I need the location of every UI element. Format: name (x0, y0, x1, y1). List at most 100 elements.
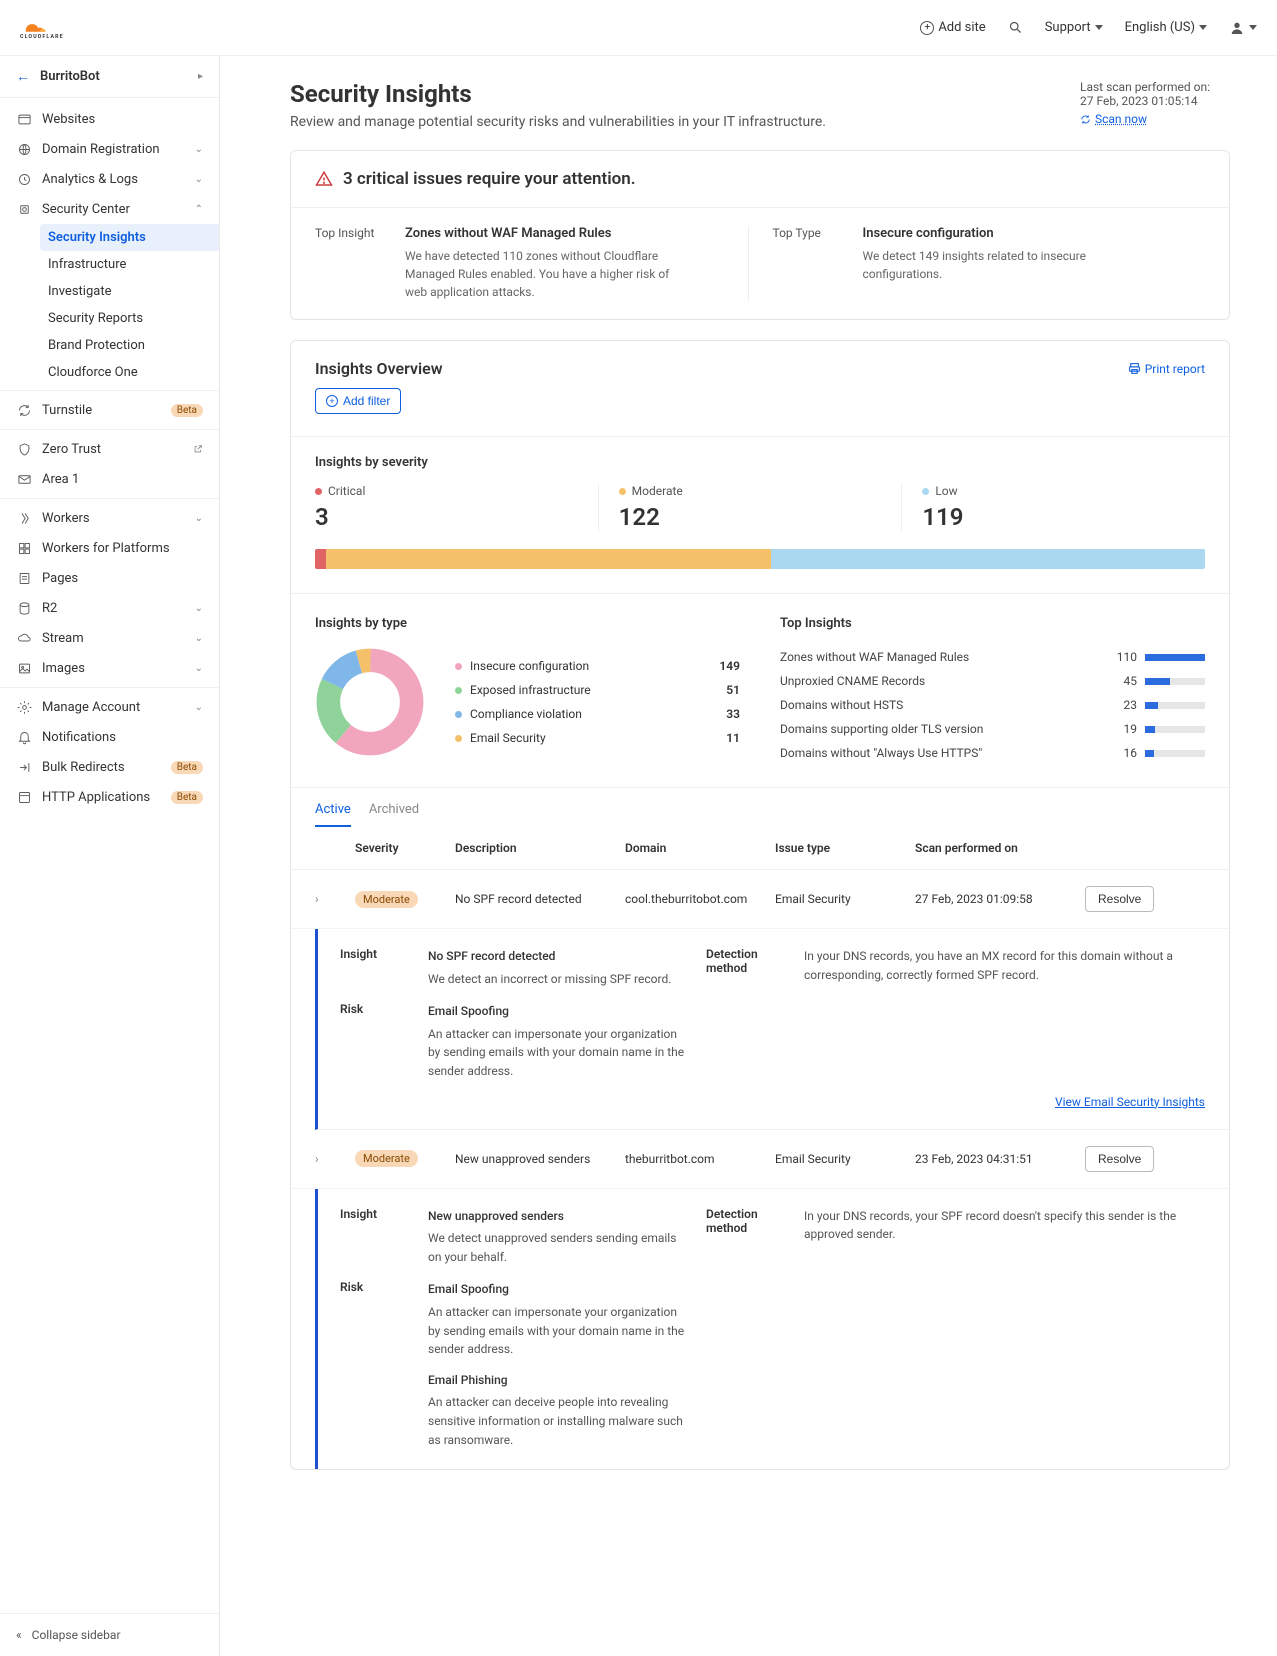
tab-active[interactable]: Active (315, 802, 351, 827)
sidebar-item-images[interactable]: Images⌄ (0, 653, 219, 683)
sidebar-item-turnstile[interactable]: TurnstileBeta (0, 395, 219, 425)
table-row: › Moderate No SPF record detected cool.t… (291, 870, 1229, 929)
overview-title: Insights Overview (315, 359, 443, 378)
last-scan-info: Last scan performed on: 27 Feb, 2023 01:… (1080, 80, 1230, 128)
sidebar-sub-security-insights[interactable]: Security Insights (40, 224, 219, 251)
row-domain: theburritbot.com (625, 1152, 765, 1166)
sidebar-item-security-center[interactable]: Security Center⌃ (0, 194, 219, 224)
sidebar-sub-brand-protection[interactable]: Brand Protection (40, 332, 219, 359)
row-description: No SPF record detected (455, 892, 615, 906)
tab-archived[interactable]: Archived (369, 802, 419, 827)
resolve-button[interactable]: Resolve (1085, 886, 1154, 912)
critical-headline: 3 critical issues require your attention… (343, 169, 636, 189)
platform-icon (16, 540, 32, 556)
sidebar-item-workers-platforms[interactable]: Workers for Platforms (0, 533, 219, 563)
severity-badge: Moderate (355, 891, 418, 908)
page-title: Security Insights (290, 80, 826, 108)
top-type-title: Insecure configuration (863, 226, 1143, 241)
add-filter-button[interactable]: + Add filter (315, 388, 401, 414)
pages-icon (16, 570, 32, 586)
alert-triangle-icon (315, 170, 333, 188)
view-email-security-link[interactable]: View Email Security Insights (340, 1095, 1205, 1109)
row-description: New unapproved senders (455, 1152, 615, 1166)
table-row: › Moderate New unapproved senders thebur… (291, 1130, 1229, 1189)
sidebar-sub-security-reports[interactable]: Security Reports (40, 305, 219, 332)
sidebar-item-pages[interactable]: Pages (0, 563, 219, 593)
print-icon (1128, 362, 1141, 375)
top-insight-label: Top Insight (315, 226, 385, 301)
critical-issues-card: 3 critical issues require your attention… (290, 150, 1230, 320)
svg-text:CLOUDFLARE: CLOUDFLARE (20, 34, 64, 39)
sidebar-item-analytics[interactable]: Analytics & Logs⌄ (0, 164, 219, 194)
support-menu[interactable]: Support (1045, 20, 1103, 35)
row-issue-type: Email Security (775, 892, 905, 906)
mail-icon (16, 471, 32, 487)
chevron-down-icon: ⌄ (195, 174, 203, 185)
external-link-icon (193, 444, 203, 454)
row-issue-type: Email Security (775, 1152, 905, 1166)
sidebar-item-area1[interactable]: Area 1 (0, 464, 219, 494)
chevrons-left-icon: « (16, 1628, 22, 1642)
account-selector[interactable]: ← BurritoBot ▸ (0, 56, 219, 98)
scan-now-link[interactable]: Scan now (1080, 112, 1147, 126)
expand-row-toggle[interactable]: › (315, 1152, 345, 1166)
shield-icon (16, 201, 32, 217)
plus-circle-icon: + (326, 395, 338, 407)
sidebar-item-workers[interactable]: Workers⌄ (0, 503, 219, 533)
top-insights-list: Top Insights Zones without WAF Managed R… (780, 616, 1205, 765)
user-menu[interactable] (1229, 20, 1257, 36)
refresh-icon (16, 402, 32, 418)
sidebar-sub-infrastructure[interactable]: Infrastructure (40, 251, 219, 278)
person-icon (1229, 20, 1245, 36)
row-scan-time: 23 Feb, 2023 04:31:51 (915, 1152, 1075, 1166)
insights-table-header: Severity Description Domain Issue type S… (291, 827, 1229, 870)
sidebar-item-r2[interactable]: R2⌄ (0, 593, 219, 623)
sidebar-item-zero-trust[interactable]: Zero Trust (0, 434, 219, 464)
back-arrow-icon[interactable]: ← (16, 68, 30, 85)
print-report-link[interactable]: Print report (1128, 362, 1205, 376)
expand-row-toggle[interactable]: › (315, 892, 345, 906)
sidebar-item-manage-account[interactable]: Manage Account⌄ (0, 692, 219, 722)
clock-icon (16, 171, 32, 187)
top-type-body: We detect 149 insights related to insecu… (863, 247, 1143, 283)
severity-bar-chart (315, 549, 1205, 569)
resolve-button[interactable]: Resolve (1085, 1146, 1154, 1172)
cloudflare-logo[interactable]: CLOUDFLARE (20, 16, 90, 39)
globe-icon (16, 141, 32, 157)
sidebar-sub-investigate[interactable]: Investigate (40, 278, 219, 305)
language-menu[interactable]: English (US) (1125, 20, 1207, 35)
sidebar-item-websites[interactable]: Websites (0, 104, 219, 134)
main-content: Security Insights Review and manage pote… (220, 56, 1270, 1656)
sidebar-item-domain-registration[interactable]: Domain Registration⌄ (0, 134, 219, 164)
collapse-sidebar-button[interactable]: « Collapse sidebar (0, 1613, 219, 1656)
caret-down-icon (1095, 25, 1103, 30)
chevron-down-icon: ⌄ (195, 702, 203, 713)
redirect-icon (16, 759, 32, 775)
critical-count: 3 (315, 503, 578, 531)
chevron-down-icon: ⌄ (195, 513, 203, 524)
image-icon (16, 660, 32, 676)
row-detail-panel: Insight New unapproved sendersWe detect … (315, 1189, 1229, 1470)
severity-badge: Moderate (355, 1150, 418, 1167)
sidebar-item-bulk-redirects[interactable]: Bulk RedirectsBeta (0, 752, 219, 782)
add-site-button[interactable]: +Add site (920, 20, 985, 35)
sidebar-item-http-apps[interactable]: HTTP ApplicationsBeta (0, 782, 219, 812)
moderate-count: 122 (619, 503, 882, 531)
chevron-up-icon: ⌃ (195, 204, 203, 215)
search-button[interactable] (1008, 20, 1023, 35)
apps-icon (16, 789, 32, 805)
row-domain: cool.theburritobot.com (625, 892, 765, 906)
bell-icon (16, 729, 32, 745)
chevron-down-icon: ⌄ (195, 603, 203, 614)
sidebar-sub-cloudforce-one[interactable]: Cloudforce One (40, 359, 219, 386)
chevron-down-icon: ⌄ (195, 633, 203, 644)
sidebar-item-notifications[interactable]: Notifications (0, 722, 219, 752)
sidebar-item-stream[interactable]: Stream⌄ (0, 623, 219, 653)
chevron-right-icon: ▸ (198, 71, 203, 82)
type-donut-chart (315, 647, 425, 757)
search-icon (1008, 20, 1023, 35)
top-type-label: Top Type (773, 226, 843, 301)
insights-overview-card: Insights Overview Print report + Add fil… (290, 340, 1230, 1470)
caret-down-icon (1249, 25, 1257, 30)
account-name: BurritoBot (40, 69, 198, 84)
